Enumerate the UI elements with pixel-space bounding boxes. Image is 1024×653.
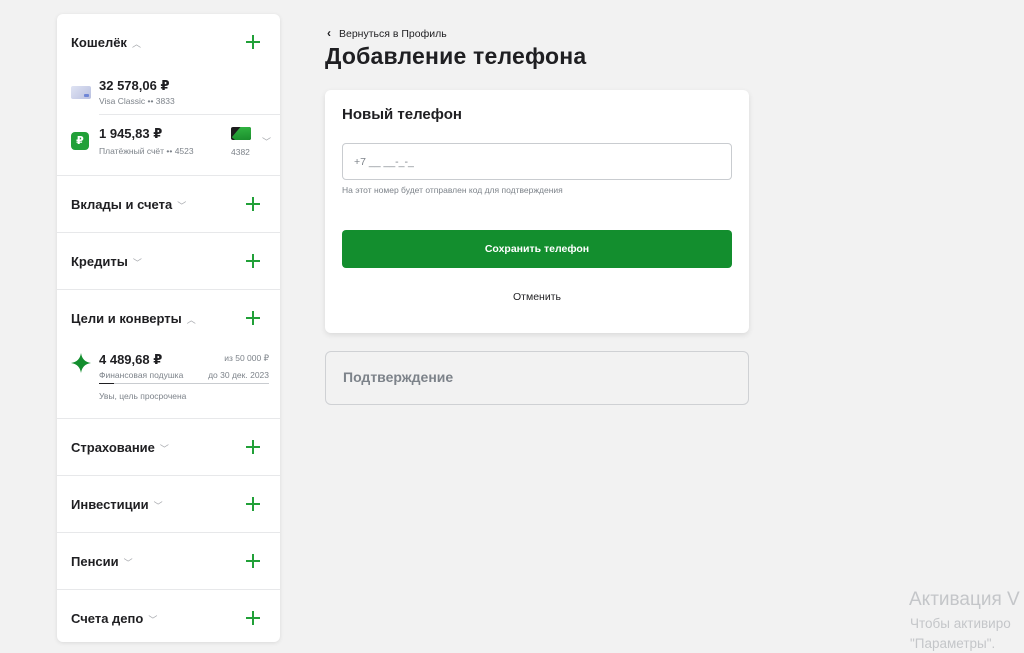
section-pensions[interactable]: Пенсии ﹀: [57, 533, 280, 589]
cancel-button[interactable]: Отменить: [342, 287, 732, 307]
chevron-down-icon[interactable]: ﹀: [262, 135, 271, 148]
goal-target: из 50 000 ₽: [224, 353, 269, 363]
section-insurance-title: Страхование: [71, 439, 155, 455]
account-subtitle: Платёжный счёт •• 4523: [99, 146, 194, 156]
chevron-down-icon: ﹀: [159, 443, 169, 454]
section-credits[interactable]: Кредиты ﹀: [57, 233, 280, 289]
activation-watermark-text-2: "Параметры".: [910, 636, 996, 651]
phone-hint: На этот номер будет отправлен код для по…: [342, 185, 563, 195]
section-depo[interactable]: Счета депо ﹀: [57, 590, 280, 642]
add-wallet-plus-icon[interactable]: [246, 35, 260, 49]
add-depo-plus-icon[interactable]: [246, 611, 260, 625]
chevron-up-icon: ︿: [186, 314, 196, 325]
goal-status: Увы, цель просрочена: [99, 391, 187, 401]
section-depo-title: Счета депо: [71, 610, 144, 626]
section-investments-title: Инвестиции: [71, 496, 149, 512]
chevron-left-icon: ‹: [327, 26, 331, 40]
back-to-profile-link[interactable]: ‹ Вернуться в Профиль: [327, 26, 447, 40]
sidebar: Кошелёк ︿ 32 578,06 ₽ Visa Classic •• 38…: [57, 14, 280, 642]
chevron-down-icon: ﹀: [177, 200, 187, 211]
add-pension-plus-icon[interactable]: [246, 554, 260, 568]
confirmation-title: Подтверждение: [343, 369, 454, 385]
add-goal-plus-icon[interactable]: [246, 311, 260, 325]
section-credits-title: Кредиты: [71, 253, 128, 269]
section-deposits[interactable]: Вклады и счета ﹀: [57, 176, 280, 232]
card-title: Новый телефон: [342, 106, 462, 123]
section-deposits-title: Вклады и счета: [71, 196, 173, 212]
account-amount: 32 578,06 ₽: [99, 78, 170, 93]
chevron-down-icon: ﹀: [148, 614, 158, 625]
save-phone-button[interactable]: Сохранить телефон: [342, 230, 732, 268]
ruble-icon: ₽: [71, 132, 89, 150]
chevron-up-icon: ︿: [131, 38, 141, 49]
linked-card-number: 4382: [231, 147, 250, 157]
new-phone-card: Новый телефон На этот номер будет отправ…: [325, 90, 749, 333]
section-goals-title: Цели и конверты: [71, 310, 182, 326]
bank-card-icon: [71, 86, 91, 99]
add-credit-plus-icon[interactable]: [246, 254, 260, 268]
sparkle-star-icon: [71, 353, 91, 373]
account-visa-classic[interactable]: 32 578,06 ₽ Visa Classic •• 3833: [57, 70, 280, 115]
goal-progress-fill: [99, 383, 115, 384]
goal-item[interactable]: 4 489,68 ₽ из 50 000 ₽ Финансовая подушк…: [57, 346, 280, 418]
linked-card-icon: [231, 127, 251, 140]
account-subtitle: Visa Classic •• 3833: [99, 96, 175, 106]
page-title: Добавление телефона: [325, 43, 587, 69]
section-insurance[interactable]: Страхование ﹀: [57, 419, 280, 475]
confirmation-step: Подтверждение: [325, 351, 749, 405]
section-wallet[interactable]: Кошелёк ︿: [57, 14, 280, 70]
add-deposit-plus-icon[interactable]: [246, 197, 260, 211]
chevron-down-icon: ﹀: [132, 257, 142, 268]
goal-progress-bar: [99, 383, 269, 384]
account-payment[interactable]: ₽ 1 945,83 ₽ Платёжный счёт •• 4523 4382…: [57, 115, 280, 175]
chevron-down-icon: ﹀: [153, 500, 163, 511]
section-pensions-title: Пенсии: [71, 553, 119, 569]
add-investment-plus-icon[interactable]: [246, 497, 260, 511]
section-wallet-title: Кошелёк: [71, 34, 127, 50]
account-amount: 1 945,83 ₽: [99, 126, 163, 141]
section-investments[interactable]: Инвестиции ﹀: [57, 476, 280, 532]
goal-amount: 4 489,68 ₽: [99, 352, 163, 367]
goal-name: Финансовая подушка: [99, 370, 184, 380]
section-goals[interactable]: Цели и конверты ︿: [57, 290, 280, 346]
phone-input[interactable]: [342, 143, 732, 180]
activation-watermark-title: Активация V: [909, 589, 1020, 610]
back-label: Вернуться в Профиль: [339, 28, 447, 40]
goal-deadline: до 30 дек. 2023: [208, 370, 269, 380]
chevron-down-icon: ﹀: [123, 557, 133, 568]
activation-watermark-text: Чтобы активиро: [910, 616, 1011, 631]
add-insurance-plus-icon[interactable]: [246, 440, 260, 454]
